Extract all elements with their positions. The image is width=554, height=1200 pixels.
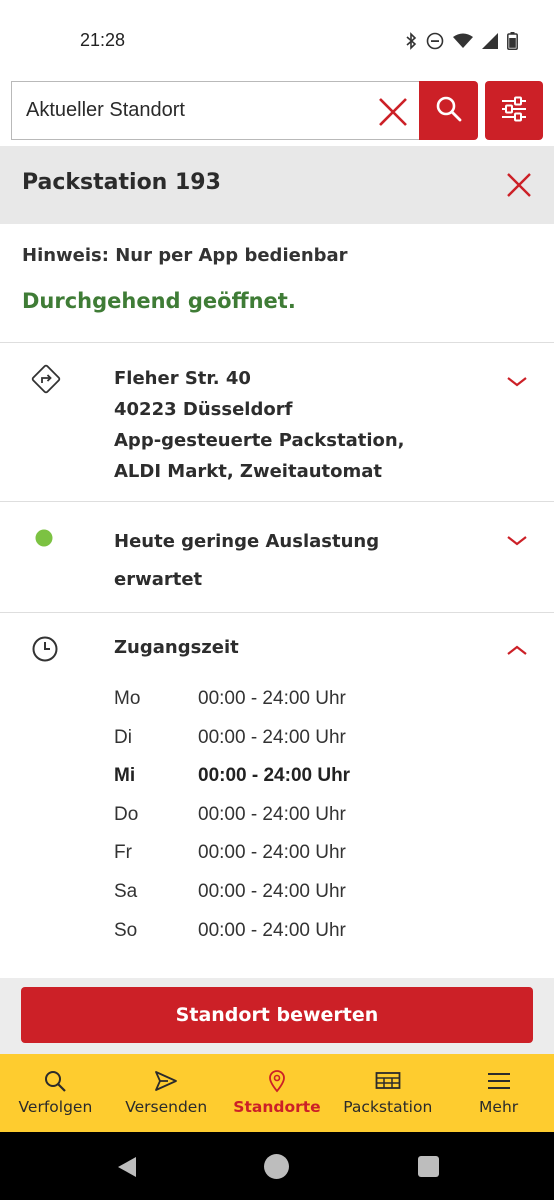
hours-time: 00:00 - 24:00 Uhr <box>198 880 346 902</box>
address-street: Fleher Str. 40 <box>114 368 251 389</box>
status-icons <box>405 32 518 54</box>
hours-day: Do <box>114 803 139 825</box>
home-icon[interactable] <box>264 1154 289 1179</box>
menu-icon <box>486 1070 512 1092</box>
directions-icon <box>30 363 62 399</box>
load-status-dot <box>35 529 53 551</box>
tab-versenden[interactable]: Versenden <box>111 1054 222 1132</box>
tab-label: Versenden <box>125 1098 208 1116</box>
clock-icon <box>31 635 59 667</box>
address-block: Fleher Str. 40 40223 Düsseldorf App-gest… <box>114 363 405 487</box>
hours-time: 00:00 - 24:00 Uhr <box>198 688 346 709</box>
divider <box>0 342 554 343</box>
search-icon <box>435 95 463 127</box>
hours-day: Mi <box>114 765 136 787</box>
location-title-bar: Packstation 193 <box>0 146 554 224</box>
chevron-up-icon[interactable] <box>506 642 528 656</box>
system-nav-bar <box>0 1132 554 1200</box>
rate-location-button[interactable]: Standort bewerten <box>21 987 533 1043</box>
filter-button[interactable] <box>485 81 543 140</box>
hours-time: 00:00 - 24:00 Uhr <box>198 726 346 748</box>
back-icon[interactable] <box>116 1156 138 1182</box>
search-icon <box>42 1070 68 1092</box>
hours-day: Fr <box>114 842 132 864</box>
chevron-down-icon[interactable] <box>506 533 528 547</box>
close-icon[interactable] <box>506 172 532 198</box>
chevron-down-icon[interactable] <box>506 374 528 388</box>
divider <box>0 501 554 502</box>
address-detail: ALDI Markt, Zweitautomat <box>114 461 383 482</box>
hours-time: 00:00 - 24:00 Uhr <box>198 919 346 941</box>
hours-time: 00:00 - 24:00 Uhr <box>198 842 346 864</box>
location-title: Packstation 193 <box>22 170 221 195</box>
tab-verfolgen[interactable]: Verfolgen <box>0 1054 111 1132</box>
signal-icon <box>482 33 498 53</box>
tab-mehr[interactable]: Mehr <box>443 1054 554 1132</box>
filter-sliders-icon <box>500 96 528 126</box>
divider <box>0 612 554 613</box>
tab-standorte[interactable]: Standorte <box>222 1054 333 1132</box>
wifi-icon <box>453 33 473 53</box>
hours-time: 00:00 - 24:00 Uhr <box>198 765 351 787</box>
search-input[interactable]: Aktueller Standort <box>11 81 419 140</box>
hours-time: 00:00 - 24:00 Uhr <box>198 803 346 825</box>
search-row: Aktueller Standort <box>0 80 554 146</box>
tab-label: Standorte <box>233 1098 321 1116</box>
access-time-title: Zugangszeit <box>114 637 239 658</box>
hours-day: So <box>114 919 138 941</box>
status-time: 21:28 <box>80 30 126 50</box>
bluetooth-icon <box>405 32 417 54</box>
bottom-tab-bar: Verfolgen Versenden Standorte Packstatio… <box>0 1054 554 1132</box>
address-detail: App-gesteuerte Packstation, <box>114 430 405 451</box>
opening-status: Durchgehend geöffnet. <box>22 289 296 313</box>
usage-hint: Hinweis: Nur per App bedienbar <box>22 245 348 266</box>
hours-day: Sa <box>114 880 138 902</box>
tab-label: Mehr <box>479 1098 519 1116</box>
recent-apps-icon[interactable] <box>418 1156 439 1177</box>
packstation-icon <box>375 1070 401 1092</box>
load-forecast: Heute geringe Auslastung erwartet <box>114 531 380 590</box>
search-input-value[interactable]: Aktueller Standort <box>26 99 185 122</box>
hours-day: Di <box>114 726 132 748</box>
location-pin-icon <box>264 1070 290 1093</box>
tab-label: Verfolgen <box>18 1098 93 1116</box>
tab-label: Packstation <box>343 1098 433 1116</box>
send-icon <box>153 1070 179 1092</box>
clear-icon[interactable] <box>377 96 409 128</box>
hours-day: Mo <box>114 688 141 709</box>
status-bar: 21:28 <box>0 0 554 80</box>
battery-icon <box>507 32 518 54</box>
address-city: 40223 Düsseldorf <box>114 399 293 420</box>
tab-packstation[interactable]: Packstation <box>332 1054 443 1132</box>
search-button[interactable] <box>419 81 478 140</box>
do-not-disturb-icon <box>426 32 444 54</box>
